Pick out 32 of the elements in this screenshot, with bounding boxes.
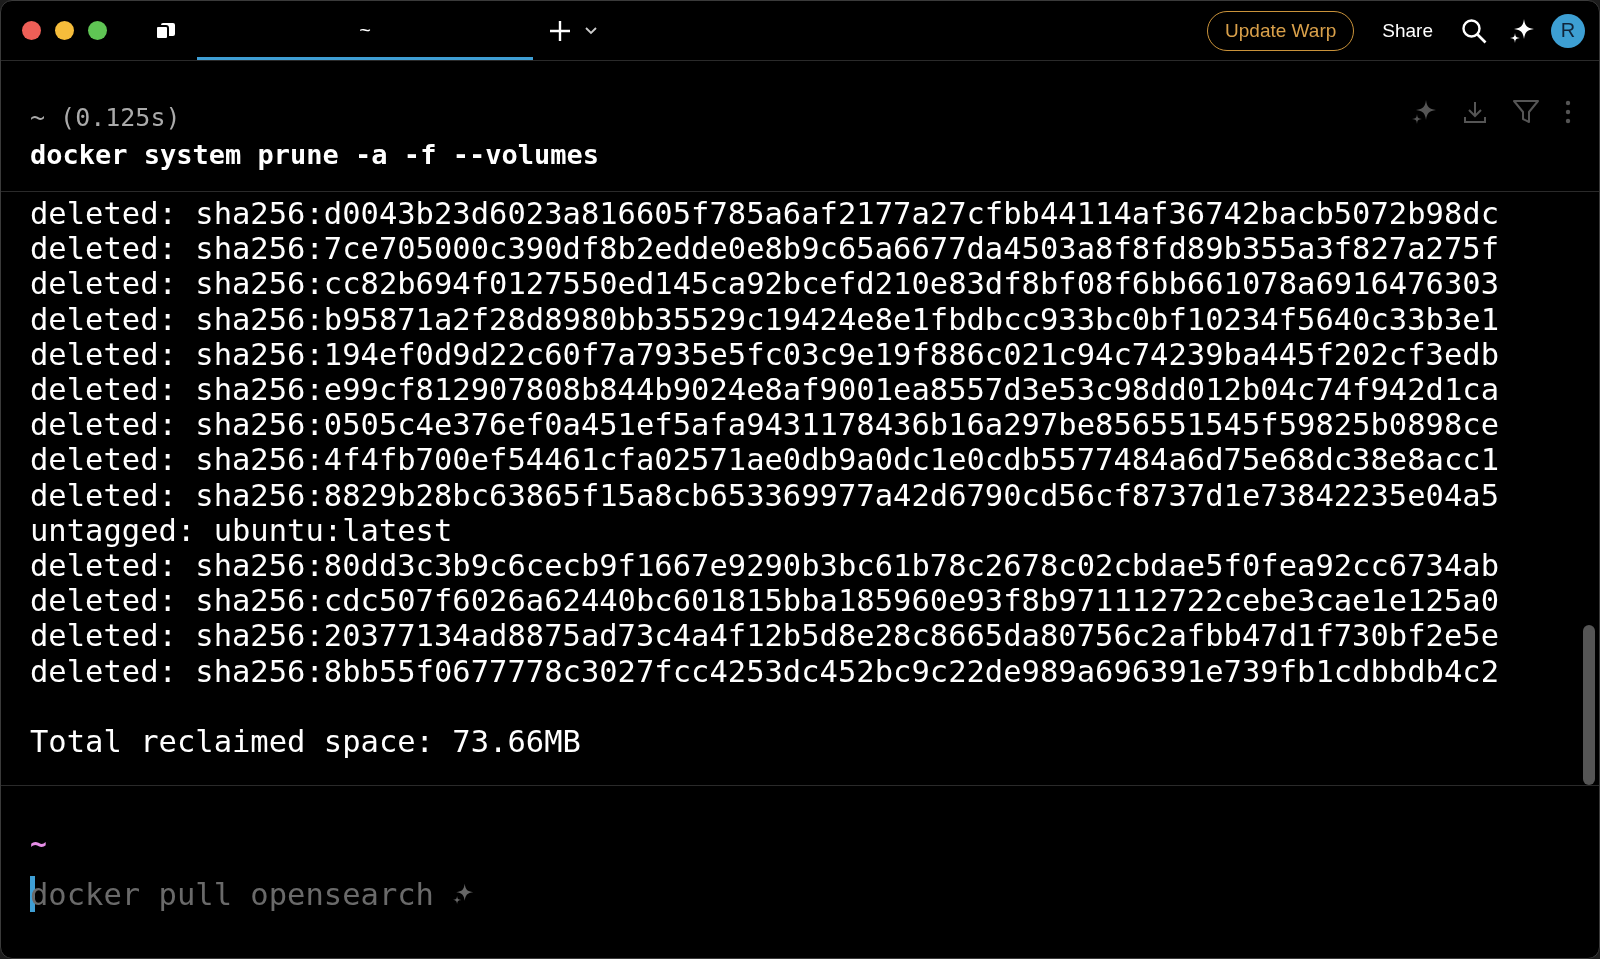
- summary-line: Total reclaimed space: 73.66MB: [30, 723, 582, 760]
- maximize-button[interactable]: [88, 21, 107, 40]
- prompt-directory: ~: [30, 826, 48, 863]
- command-text: docker system prune -a -f --volumes: [30, 138, 599, 172]
- scrollbar[interactable]: [1583, 625, 1595, 786]
- output-line: untagged: ubuntu:latest: [30, 512, 454, 549]
- output-line: deleted: sha256:7ce705000c390df8b2edde0e8b9c65a6677da4503a8f8fd89b355a3f827a275f: [30, 231, 1500, 267]
- output-line: deleted: sha256:80dd3c3b9c6cecb9f1667e9290b3bc61b78c2678c02cbdae5f0fea92cc6734ab: [30, 548, 1500, 584]
- tab[interactable]: ~: [197, 1, 533, 60]
- output-line: deleted: sha256:cc82b694f0127550ed145ca92bcefd210e83df8bf08f6bb661078a6916476303: [30, 266, 1500, 302]
- output-line: deleted: sha256:cdc507f6026a62440bc601815bba185960e93f8b971112722cebe3cae1e125a0: [30, 583, 1500, 619]
- chevron-down-icon[interactable]: [585, 26, 597, 35]
- close-button[interactable]: [22, 21, 41, 40]
- user-avatar[interactable]: R: [1551, 13, 1585, 48]
- output-line: deleted: sha256:0505c4e376ef0a451ef5afa9431178436b16a297be856551545f59825b0898ce: [30, 407, 1500, 443]
- share-button[interactable]: Share: [1376, 15, 1439, 46]
- output-line: deleted: sha256:20377134ad8875ad73c4a4f12b5d8e28c8665da80756c2afbb47d1f730bf2e5e: [30, 618, 1500, 654]
- plus-icon[interactable]: [549, 19, 571, 42]
- panels-icon[interactable]: [155, 21, 177, 40]
- search-icon[interactable]: [1461, 17, 1487, 44]
- more-icon[interactable]: [1565, 100, 1571, 124]
- output-line: deleted: sha256:d0043b23d6023a816605f785a6af2177a27cfbb44114af36742bacb5072b98dc: [30, 196, 1500, 232]
- output-line: deleted: sha256:8bb55f0677778c3027fcc4253dc452bc9c22de989a696391e739fb1cdbbdb4c2: [30, 653, 1500, 689]
- output-line: deleted: sha256:b95871a2f28d8980bb35529c19424e8e1fbdbcc933bc0bf10234f5640c33b3e1: [30, 301, 1500, 337]
- block-header: ~ (0.125s): [30, 102, 182, 134]
- filter-icon[interactable]: [1513, 100, 1539, 124]
- output-line: deleted: sha256:4f4fb700ef54461cfa02571ae0db9a0dc1e0cdb5577484a6d75e68dc38e8acc1: [30, 442, 1500, 478]
- output-line: deleted: sha256:e99cf812907808b844b9024e8af9001ea8557d3e53c98dd012b04c74f942d1ca: [30, 372, 1500, 408]
- output-line: deleted: sha256:8829b28bc63865f15a8cb653369977a42d6790cd56cf8737d1e73842235e04a5: [30, 477, 1500, 513]
- output-line: deleted: sha256:194ef0d9d22c60f7a7935e5fc03c9e19f886c021c94c74239ba445f202cf3edb: [30, 336, 1500, 372]
- minimize-button[interactable]: [55, 21, 74, 40]
- download-icon[interactable]: [1463, 100, 1487, 124]
